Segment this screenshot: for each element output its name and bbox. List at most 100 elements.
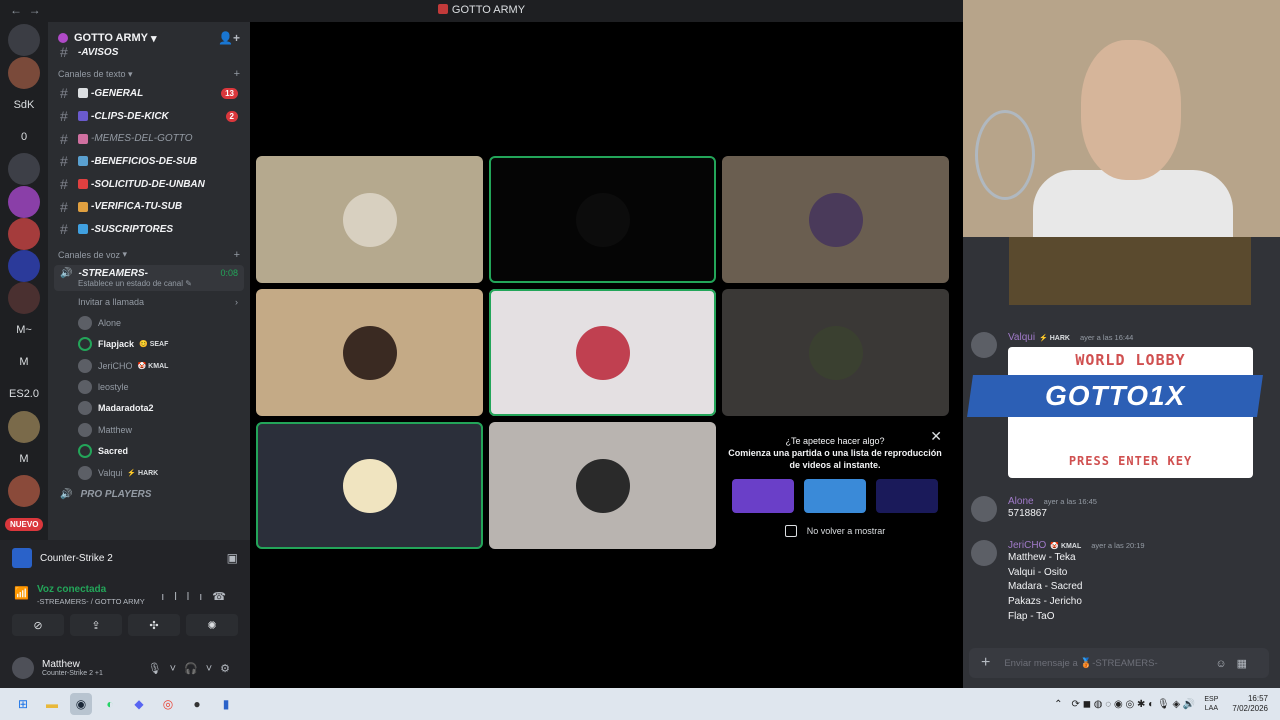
voice-member[interactable]: Matthew [48, 419, 250, 440]
stream-game-icon[interactable]: ▣ [227, 551, 238, 565]
text-channel[interactable]: # -BENEFICIOS-DE-SUB [48, 150, 250, 173]
participant-tile[interactable] [489, 156, 716, 283]
server-icon[interactable] [8, 475, 40, 507]
steam-icon[interactable]: ◉ [70, 693, 92, 715]
participant-tile[interactable] [722, 289, 949, 416]
avatar [342, 192, 397, 247]
voice-member[interactable]: Valqui ⚡ HARK [48, 462, 250, 483]
message-line: Flap - TaO [1008, 610, 1055, 622]
chat-message[interactable]: JeriCHO 🤡 KMAL ayer a las 20:19 Matthew - T… [971, 540, 1271, 625]
dont-show-again[interactable]: No volver a mostrar [722, 525, 948, 537]
activity-app[interactable] [732, 479, 794, 513]
checkbox[interactable] [784, 525, 797, 537]
camera-off-button[interactable]: ⊘ [12, 614, 64, 636]
discord-icon[interactable]: ◆ [128, 693, 150, 715]
server-icon[interactable] [8, 24, 40, 56]
message-input[interactable]: + Enviar mensaje a 🥉-STREAMERS- ☺▦ [969, 648, 1269, 678]
emoji-sticker-icons[interactable]: ☺▦ [1215, 657, 1257, 670]
voice-member[interactable]: Flapjack 😊 SEAF [48, 334, 250, 355]
voice-channel-streamers[interactable]: 🔊 -STREAMERS- 0:08 Establece un estado de … [54, 264, 244, 291]
whatsapp-icon[interactable]: ◐ [99, 693, 121, 715]
server-icon[interactable]: 0 [8, 121, 40, 153]
avatar [78, 358, 92, 373]
participant-tile[interactable] [722, 156, 949, 283]
activities-button[interactable]: ✣ [128, 614, 180, 636]
channel-pro-players[interactable]: 🔊 PRO PLAYERS [48, 483, 250, 505]
server-icon[interactable] [8, 186, 40, 218]
participant-tile[interactable] [256, 156, 483, 283]
activity-app[interactable] [876, 479, 938, 513]
add-channel-icon[interactable]: + [234, 68, 240, 80]
avatar [808, 325, 863, 380]
server-emblem-icon [58, 33, 68, 43]
cs2-taskbar-icon[interactable]: ▮ [215, 693, 237, 715]
channel-status[interactable]: Establece un estado de canal ✎ [78, 279, 238, 288]
avatar[interactable] [971, 332, 997, 358]
language-indicator[interactable]: ESP LAA [1204, 695, 1218, 713]
channel-emoji-icon [78, 133, 88, 144]
close-icon[interactable]: ✕ [930, 428, 942, 445]
text-channel[interactable]: # -VERIFICA-TU-SUB [48, 195, 250, 218]
server-icon[interactable]: SdK [8, 89, 40, 121]
server-icon[interactable] [8, 250, 40, 282]
text-channel[interactable]: # -MEMES-DEL-GOTTO [48, 127, 250, 150]
soundboard-button[interactable]: ✺ [186, 614, 238, 636]
text-category[interactable]: Canales de texto ▾ + [48, 66, 250, 82]
avatar[interactable] [971, 540, 997, 566]
activity-app[interactable] [804, 479, 866, 513]
voice-connected: 📶 Voz conectada -STREAMERS- / GOTTO ARMY… [14, 584, 236, 606]
tray-icons[interactable]: ⟳ ◼ ◍ ◌ ◉ ◎ ✱ ◐ 🎙 ◈ 🔊 [1072, 699, 1196, 710]
voice-member[interactable]: Sacred [48, 441, 250, 462]
avatar[interactable] [971, 496, 997, 522]
plus-icon[interactable]: + [981, 654, 990, 672]
cs2-icon [12, 548, 32, 568]
noise-and-disconnect-icons[interactable]: ıllı☎ [161, 590, 236, 603]
obs-icon[interactable]: ● [186, 693, 208, 715]
server-icon[interactable]: M [8, 346, 40, 378]
invite-people-icon[interactable]: 👤+ [218, 31, 240, 45]
mic-headset-settings-icons[interactable]: 🎙˅🎧˅⚙ [148, 662, 238, 675]
server-icon[interactable]: M~ [8, 314, 40, 346]
invite-to-call[interactable]: Invitar a llamada › [48, 291, 250, 312]
voice-category[interactable]: Canales de voz ▾ + [48, 247, 250, 263]
nuevo-badge[interactable]: NUEVO [5, 518, 44, 531]
server-icon[interactable]: M [8, 443, 40, 475]
chrome-icon[interactable]: ◎ [157, 693, 179, 715]
voice-stage: ✕ ¿Te apetece hacer algo? Comienza una p… [250, 22, 963, 688]
server-icon[interactable] [8, 218, 40, 250]
chat-message[interactable]: Alone ayer a las 16:45 5718867 [971, 496, 1271, 522]
participant-tile[interactable] [489, 422, 716, 549]
server-icon[interactable] [8, 57, 40, 89]
participant-tile[interactable] [489, 289, 716, 416]
avatar[interactable] [12, 657, 34, 679]
image-attachment[interactable] [1009, 237, 1251, 305]
add-voice-channel-icon[interactable]: + [234, 249, 240, 261]
chat-message[interactable]: Valqui ⚡ HARK ayer a las 16:44 [971, 332, 1271, 358]
server-icon[interactable]: ES2.0 [8, 378, 40, 410]
server-icon[interactable] [8, 282, 40, 314]
chevron-up-icon[interactable]: ⌃ [1054, 699, 1062, 710]
text-channel[interactable]: # -CLIPS-DE-KICK 2 [48, 105, 250, 128]
channel-sidebar: GOTTO ARMY ▾ 👤+ # -AVISOS Canales de text… [48, 22, 250, 540]
voice-member[interactable]: leostyle [48, 376, 250, 397]
text-channel[interactable]: # -SOLICITUD-DE-UNBAN [48, 173, 250, 196]
participant-tile[interactable] [256, 289, 483, 416]
text-channel[interactable]: # -SUSCRIPTORES [48, 218, 250, 241]
text-channel[interactable]: # -GENERAL 13 [48, 82, 250, 105]
activity-game[interactable]: Counter-Strike 2 ▣ [0, 540, 250, 576]
voice-member[interactable]: Alone [48, 312, 250, 333]
windows-start-icon[interactable]: ⊞ [12, 693, 34, 715]
lobby-image[interactable]: WORLD LOBBY GOTTO1X PRESS ENTER KEY [967, 347, 1263, 478]
hash-icon: # [60, 221, 68, 238]
server-icon[interactable] [8, 153, 40, 185]
file-explorer-icon[interactable]: ▬ [41, 693, 63, 715]
avatar [78, 422, 92, 437]
voice-member[interactable]: JeriCHO 🤡 KMAL [48, 355, 250, 376]
clock[interactable]: 16:57 7/02/2026 [1232, 694, 1268, 714]
taskbar: ⊞ ▬ ◉ ◐ ◆ ◎ ● ▮ ⌃ ⟳ ◼ ◍ ◌ ◉ ◎ ✱ ◐ 🎙 ◈ 🔊 … [0, 688, 1280, 720]
channel-avisos[interactable]: # -AVISOS [48, 44, 250, 60]
participant-tile[interactable] [256, 422, 483, 549]
share-screen-button[interactable]: ⇪ [70, 614, 122, 636]
server-icon[interactable] [8, 411, 40, 443]
voice-member[interactable]: Madaradota2 [48, 398, 250, 419]
